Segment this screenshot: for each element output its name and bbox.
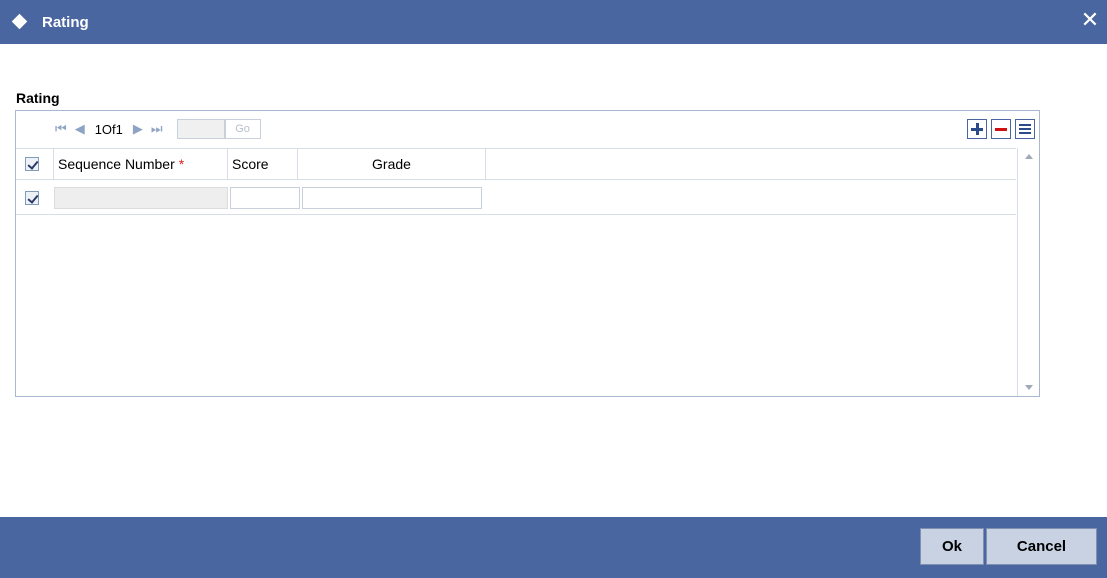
scroll-down-icon[interactable]	[1025, 385, 1033, 390]
first-page-icon[interactable]: ⏮	[51, 122, 71, 137]
last-page-icon[interactable]: ⏭	[147, 122, 167, 137]
grade-field[interactable]	[302, 186, 482, 209]
table-header: Sequence Number * Score Grade	[16, 148, 1016, 180]
rating-grid: ⏮ ◀ 1Of1 ▶ ⏭ Go Sequence Number * Score …	[15, 110, 1040, 397]
page-info: 1Of1	[94, 121, 123, 137]
select-all-cell	[16, 149, 54, 179]
vertical-scrollbar[interactable]	[1017, 148, 1039, 396]
title-bar: Rating ✕	[0, 0, 1107, 44]
window-title: Rating	[42, 13, 89, 31]
footer-bar: Ok Cancel	[0, 517, 1107, 578]
row-actions	[967, 119, 1035, 139]
grid-toolbar: ⏮ ◀ 1Of1 ▶ ⏭ Go	[16, 111, 1039, 147]
column-sequence-number: Sequence Number *	[54, 149, 228, 179]
select-all-checkbox[interactable]	[25, 157, 39, 171]
diamond-icon	[12, 14, 28, 30]
page-number-input[interactable]	[176, 119, 225, 139]
required-marker: *	[178, 156, 185, 172]
close-button[interactable]: ✕	[1079, 10, 1101, 32]
score-field[interactable]	[230, 186, 300, 209]
column-grade: Grade	[298, 149, 486, 179]
minus-icon	[995, 127, 1007, 131]
previous-page-icon[interactable]: ◀	[71, 122, 89, 137]
cancel-button[interactable]: Cancel	[986, 528, 1097, 565]
table-row	[16, 181, 1016, 215]
sequence-number-field[interactable]	[54, 186, 228, 209]
single-view-button[interactable]	[1015, 119, 1035, 139]
go-button[interactable]: Go	[224, 119, 261, 139]
scroll-up-icon[interactable]	[1025, 154, 1033, 159]
list-icon	[1019, 124, 1031, 134]
section-title: Rating	[16, 90, 60, 106]
pager: ⏮ ◀ 1Of1 ▶ ⏭ Go	[51, 119, 261, 139]
column-score: Score	[228, 149, 298, 179]
row-checkbox[interactable]	[25, 190, 39, 205]
ok-button[interactable]: Ok	[920, 528, 984, 565]
next-page-icon[interactable]: ▶	[129, 122, 147, 137]
delete-row-button[interactable]	[991, 119, 1011, 139]
row-select-cell	[16, 181, 54, 215]
add-row-button[interactable]	[967, 119, 987, 139]
